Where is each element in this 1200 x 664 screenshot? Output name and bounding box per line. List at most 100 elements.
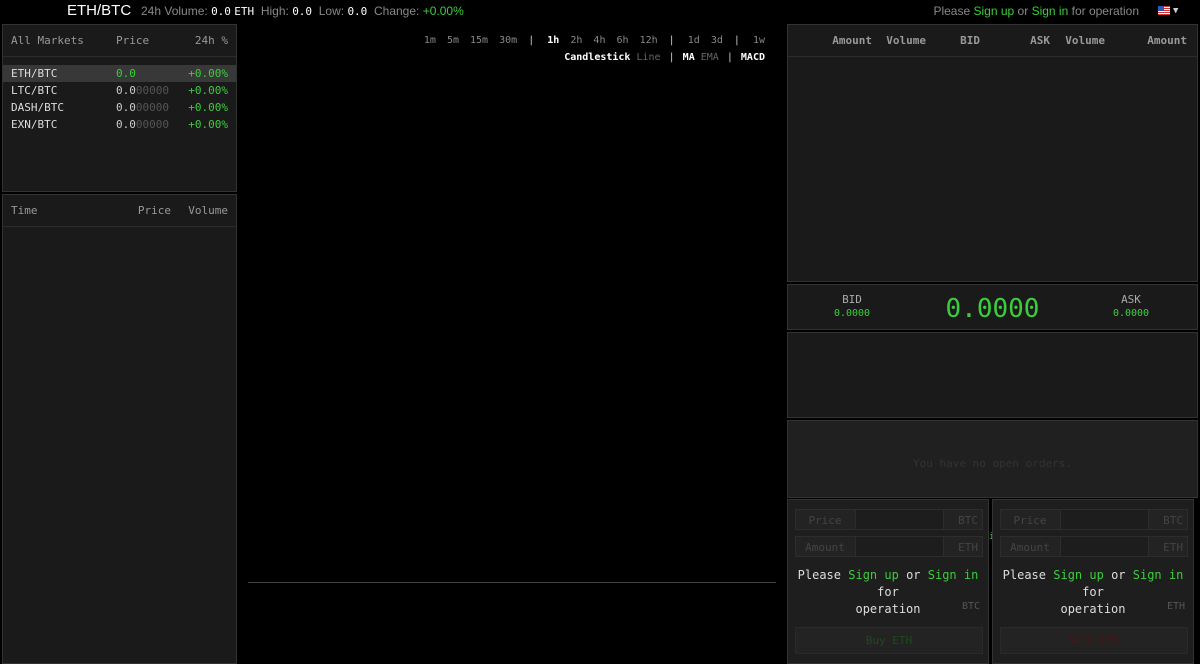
period-1w[interactable]: 1w: [753, 35, 765, 46]
sell-amount-field[interactable]: Amount ETH: [1000, 536, 1188, 557]
pair-title: ETH/BTC: [67, 2, 132, 19]
period-3d[interactable]: 3d: [711, 35, 723, 46]
signin-link[interactable]: Sign in: [928, 568, 979, 582]
period-4h[interactable]: 4h: [593, 35, 605, 46]
col-bid-volume: Volume: [886, 34, 926, 47]
separator: |: [726, 52, 733, 63]
price-unit: BTC: [1163, 514, 1183, 527]
col-time: Time: [11, 204, 38, 217]
ask-label: ASK: [1121, 293, 1141, 306]
type-candlestick[interactable]: Candlestick: [564, 52, 630, 63]
price-label: Price: [1013, 514, 1047, 527]
col-ask-amount: Amount: [1147, 34, 1187, 47]
chart-divider: [248, 582, 776, 583]
col-volume: Volume: [188, 204, 228, 217]
period-1m[interactable]: 1m: [424, 35, 436, 46]
separator: |: [528, 35, 535, 46]
auth-please: Please: [933, 4, 971, 18]
period-2h[interactable]: 2h: [570, 35, 582, 46]
open-orders-empty: You have no open orders.: [913, 457, 1072, 470]
separator: |: [668, 52, 675, 63]
price-chart[interactable]: 1m 5m 15m 30m | 1h 2h 4h 6h 12h | 1d 3d …: [240, 24, 785, 664]
buy-amount-field[interactable]: Amount ETH: [795, 536, 983, 557]
market-row-ltc-btc[interactable]: LTC/BTC 0.000000 +0.00%: [3, 82, 236, 99]
signup-link[interactable]: Sign up: [848, 568, 899, 582]
sell-auth-note: Please Sign up or Sign in for operation: [1002, 568, 1184, 616]
separator: |: [733, 35, 740, 46]
col-price: Price: [137, 204, 171, 217]
best-ask: ASK 0.0000: [1091, 293, 1171, 319]
type-line[interactable]: Line: [636, 52, 660, 63]
sell-price-field[interactable]: Price BTC: [1000, 509, 1188, 530]
market-row-dash-btc[interactable]: DASH/BTC 0.000000 +0.00%: [3, 99, 236, 116]
amount-label: Amount: [805, 541, 845, 554]
price-unit: BTC: [958, 514, 978, 527]
signup-link[interactable]: Sign up: [1053, 568, 1104, 582]
trades-header: Time Price Volume: [3, 195, 236, 227]
trade-history-panel: Time Price Volume: [2, 194, 237, 664]
period-12h[interactable]: 12h: [640, 35, 658, 46]
period-30m[interactable]: 30m: [499, 35, 517, 46]
low-value: 0.0: [347, 5, 368, 18]
buy-price-field[interactable]: Price BTC: [795, 509, 983, 530]
market-price: 0.000000: [116, 118, 169, 131]
buy-form: Price BTC Amount ETH Please Sign up or S…: [787, 499, 989, 664]
period-1d[interactable]: 1d: [688, 35, 700, 46]
chevron-down-icon[interactable]: ▼: [1173, 6, 1178, 16]
period-1h[interactable]: 1h: [547, 35, 559, 46]
market-name: LTC/BTC: [11, 84, 58, 97]
market-row-exn-btc[interactable]: EXN/BTC 0.000000 +0.00%: [3, 116, 236, 133]
market-change: +0.00%: [188, 67, 228, 80]
period-15m[interactable]: 15m: [470, 35, 488, 46]
signin-link[interactable]: Sign in: [1032, 4, 1069, 18]
col-ask-volume: Volume: [1065, 34, 1105, 47]
market-row-eth-btc[interactable]: ETH/BTC 0.0 +0.00%: [3, 65, 236, 82]
col-price[interactable]: Price: [116, 34, 178, 47]
col-all-markets[interactable]: All Markets: [11, 34, 116, 47]
buy-balance-unit: BTC: [961, 601, 980, 612]
market-price: 0.0: [116, 67, 136, 80]
sell-amount-input[interactable]: [1060, 537, 1149, 556]
sell-button[interactable]: Sell ETH: [1000, 627, 1188, 654]
buy-button[interactable]: Buy ETH: [795, 627, 983, 654]
volume-label: 24h Volume:: [141, 4, 208, 18]
auth-tail: for operation: [1071, 4, 1139, 18]
col-change[interactable]: 24h %: [178, 34, 228, 47]
market-price: 0.000000: [116, 101, 169, 114]
volume-value: 0.0: [211, 5, 231, 18]
market-change: +0.00%: [188, 101, 228, 114]
market-price: 0.000000: [116, 84, 169, 97]
auth-or: or: [1017, 4, 1029, 18]
auth-prompt: Please Sign up or Sign in for operation: [933, 4, 1139, 18]
high-label: High:: [260, 4, 289, 18]
buy-price-input[interactable]: [855, 510, 944, 529]
top-bar: ETH/BTC 24h Volume: 0.0 ETH High: 0.0 Lo…: [0, 0, 1200, 22]
indicator-macd[interactable]: MACD: [741, 52, 765, 63]
low-label: Low:: [318, 4, 345, 18]
signup-link[interactable]: Sign up: [974, 4, 1015, 18]
market-stats: 24h Volume: 0.0 ETH High: 0.0 Low: 0.0 C…: [141, 4, 464, 18]
sell-price-input[interactable]: [1060, 510, 1149, 529]
markets-panel: All Markets Price 24h % ETH/BTC 0.0 +0.0…: [2, 24, 237, 192]
signin-link[interactable]: Sign in: [1133, 568, 1184, 582]
us-flag-icon[interactable]: [1158, 6, 1170, 15]
period-5m[interactable]: 5m: [447, 35, 459, 46]
col-bid-amount: Amount: [832, 34, 872, 47]
open-orders-panel: You have no open orders.: [787, 420, 1198, 498]
amount-unit: ETH: [958, 541, 978, 554]
amount-unit: ETH: [1163, 541, 1183, 554]
market-name: EXN/BTC: [11, 118, 58, 131]
order-book-asks-panel: [787, 332, 1198, 418]
indicator-ma[interactable]: MA: [683, 52, 695, 63]
ticker-panel: BID 0.0000 0.0000 ASK 0.0000: [787, 284, 1198, 330]
separator: |: [668, 35, 675, 46]
indicator-ema[interactable]: EMA: [701, 52, 719, 63]
market-name: ETH/BTC: [11, 67, 58, 80]
change-label: Change:: [373, 4, 420, 18]
period-6h[interactable]: 6h: [617, 35, 629, 46]
volume-unit: ETH: [234, 5, 255, 18]
period-selector: 1m 5m 15m 30m | 1h 2h 4h 6h 12h | 1d 3d …: [419, 35, 765, 46]
market-change: +0.00%: [188, 84, 228, 97]
markets-header: All Markets Price 24h %: [3, 25, 236, 57]
buy-amount-input[interactable]: [855, 537, 944, 556]
